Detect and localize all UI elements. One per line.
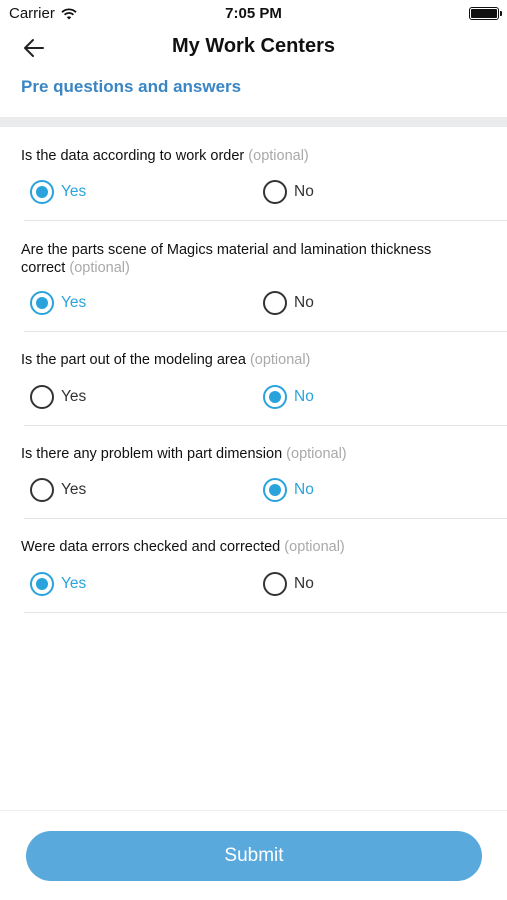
question-text: Is the part out of the modeling area (op… <box>21 351 457 369</box>
no-option[interactable]: No <box>263 572 314 596</box>
optional-hint: (optional) <box>69 260 130 276</box>
question-separator <box>24 331 507 332</box>
no-option[interactable]: No <box>263 291 314 315</box>
radio-selected-icon[interactable] <box>263 385 287 409</box>
question-label: Is the data according to work order <box>21 148 245 164</box>
no-label: No <box>294 294 314 311</box>
yes-label: Yes <box>61 575 87 592</box>
optional-hint: (optional) <box>286 446 347 462</box>
question-label: Is the part out of the modeling area <box>21 352 246 368</box>
yes-label: Yes <box>61 481 87 498</box>
question-text: Are the parts scene of Magics material a… <box>21 241 457 277</box>
question-separator <box>24 612 507 613</box>
section-title: Pre questions and answers <box>21 77 242 96</box>
optional-hint: (optional) <box>249 352 311 368</box>
page-title: My Work Centers <box>171 35 335 57</box>
yes-option[interactable]: Yes <box>30 572 86 596</box>
radio-unselected-icon[interactable] <box>263 180 287 204</box>
status-time: 7:05 PM <box>225 5 282 22</box>
radio-selected-icon[interactable] <box>30 572 54 596</box>
question-separator <box>24 518 507 519</box>
no-option[interactable]: No <box>263 385 314 409</box>
no-label: No <box>294 183 314 200</box>
radio-unselected-icon[interactable] <box>30 478 54 502</box>
yes-label: Yes <box>61 388 87 405</box>
question-label: Were data errors checked and corrected <box>21 539 281 555</box>
section-divider <box>0 117 507 127</box>
radio-selected-icon[interactable] <box>30 180 54 204</box>
radio-unselected-icon[interactable] <box>263 291 287 315</box>
no-label: No <box>294 575 314 592</box>
yes-option[interactable]: Yes <box>30 478 86 502</box>
yes-option[interactable]: Yes <box>30 180 86 204</box>
radio-unselected-icon[interactable] <box>30 385 54 409</box>
radio-unselected-icon[interactable] <box>263 572 287 596</box>
question-text: Is there any problem with part dimension… <box>21 445 457 463</box>
no-label: No <box>294 388 314 405</box>
yes-option[interactable]: Yes <box>30 291 86 315</box>
no-option[interactable]: No <box>263 180 314 204</box>
footer-divider <box>0 810 507 811</box>
yes-label: Yes <box>61 183 87 200</box>
radio-selected-icon[interactable] <box>30 291 54 315</box>
yes-label: Yes <box>61 294 87 311</box>
no-label: No <box>294 481 314 498</box>
optional-hint: (optional) <box>248 148 309 164</box>
question-label: Is there any problem with part dimension <box>21 446 283 462</box>
yes-option[interactable]: Yes <box>30 385 86 409</box>
question-separator <box>24 425 507 426</box>
battery-icon <box>469 7 502 20</box>
no-option[interactable]: No <box>263 478 314 502</box>
question-text: Were data errors checked and corrected (… <box>21 538 457 556</box>
optional-hint: (optional) <box>284 539 345 555</box>
radio-selected-icon[interactable] <box>263 478 287 502</box>
question-text: Is the data according to work order (opt… <box>21 147 457 165</box>
question-separator <box>24 220 507 221</box>
submit-button[interactable]: Submit <box>26 831 482 881</box>
status-bar: Carrier 7:05 PM <box>0 0 507 28</box>
nav-bar: My Work Centers <box>0 28 507 68</box>
